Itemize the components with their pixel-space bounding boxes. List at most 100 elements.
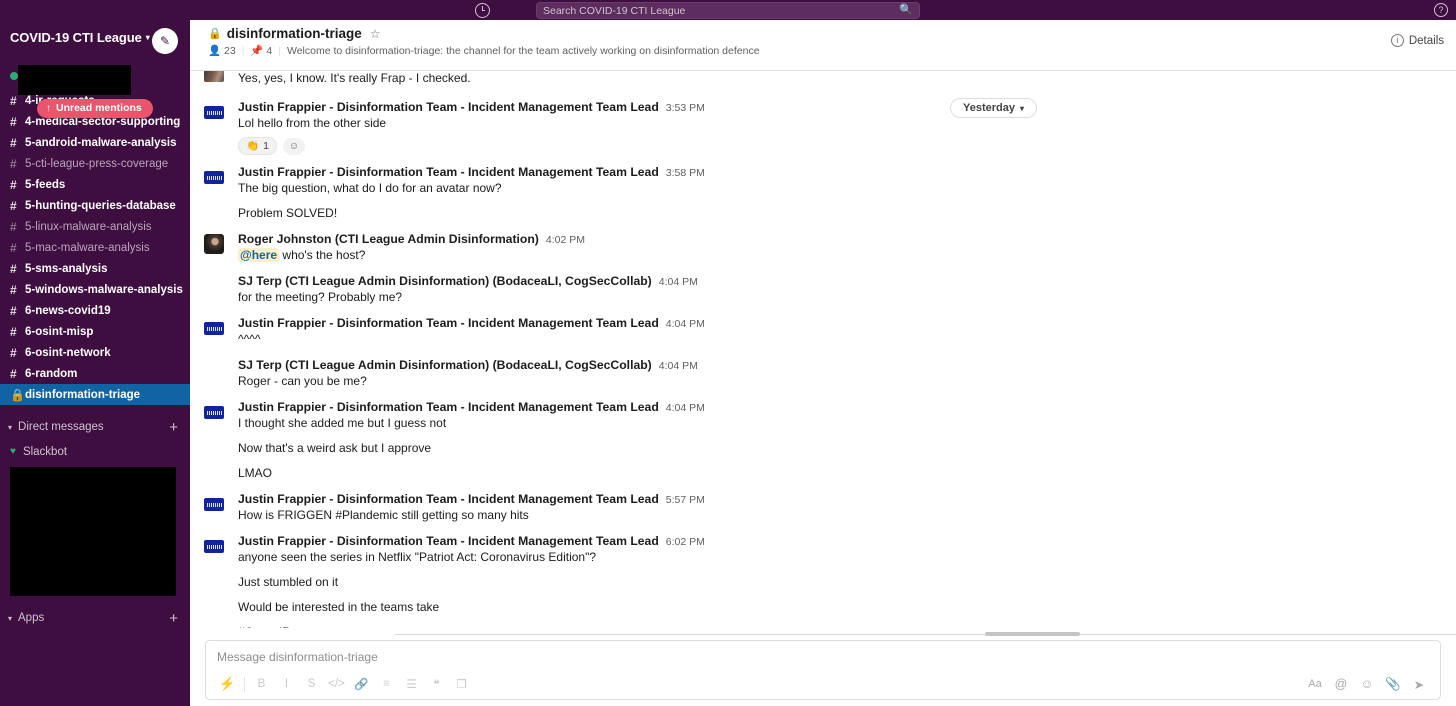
message-author[interactable]: Justin Frappier - Disinformation Team - … [238, 534, 659, 548]
send-icon[interactable]: ➤ [1407, 674, 1431, 694]
details-button[interactable]: i Details [1390, 34, 1444, 47]
message-header: Roger Johnston (CTI League Admin Disinfo… [238, 232, 1456, 246]
message[interactable]: Justin Frappier - Disinformation Team - … [190, 488, 1456, 524]
message-author[interactable]: Justin Frappier - Disinformation Team - … [238, 316, 659, 330]
avatar[interactable] [204, 536, 224, 556]
workspace-switcher[interactable]: COVID-19 CTI League ▾ [10, 30, 150, 45]
message-author[interactable]: Roger Johnston (CTI League Admin Disinfo… [238, 232, 539, 246]
message-timestamp[interactable]: 3:58 PM [666, 167, 705, 179]
message-author[interactable]: Justin Frappier - Disinformation Team - … [238, 165, 659, 179]
members-count-group[interactable]: 👤 23 [208, 44, 236, 57]
strikethrough-icon[interactable]: S [299, 674, 324, 694]
star-icon[interactable]: ☆ [370, 27, 381, 41]
mention-icon[interactable]: @ [1329, 674, 1353, 694]
sidebar-item-disinformation-triage[interactable]: 🔒 disinformation-triage [0, 384, 190, 405]
message[interactable]: Roger Johnston (CTI League Admin Disinfo… [190, 228, 1456, 264]
avatar[interactable] [204, 276, 224, 296]
avatar[interactable] [204, 494, 224, 514]
link-icon[interactable]: 🔗 [349, 674, 374, 694]
emoji-icon[interactable]: ☺ [1355, 674, 1379, 694]
lightning-icon[interactable]: ⚡ [215, 674, 240, 694]
search-icon: 🔍 [899, 4, 913, 16]
here-mention[interactable]: @here [238, 248, 280, 263]
avatar[interactable] [204, 234, 224, 255]
sidebar-item-6-news-covid19[interactable]: #6-news-covid19 [0, 300, 190, 321]
code-block-icon[interactable]: ❐ [449, 674, 474, 694]
search-input[interactable]: Search COVID-19 CTI League 🔍 [536, 2, 920, 19]
avatar[interactable] [204, 360, 224, 380]
avatar[interactable] [204, 102, 224, 122]
sidebar-item-5-hunting-queries-database[interactable]: #5-hunting-queries-database [0, 195, 190, 216]
apps-section-header[interactable]: ▾ Apps + [0, 604, 190, 632]
sidebar-item-5-sms-analysis[interactable]: #5-sms-analysis [0, 258, 190, 279]
message-timestamp[interactable]: 4:02 PM [546, 234, 585, 246]
message-timestamp[interactable]: 3:53 PM [666, 102, 705, 114]
sidebar-item-6-osint-misp[interactable]: #6-osint-misp [0, 321, 190, 342]
reaction-pill[interactable]: 👏 1 [238, 137, 277, 156]
message-timestamp[interactable]: 6:02 PM [666, 536, 705, 548]
avatar[interactable] [204, 402, 224, 422]
add-app-button[interactable]: + [169, 610, 178, 627]
history-clock-icon[interactable] [475, 2, 490, 18]
direct-messages-section-header[interactable]: ▾ Direct messages + [0, 413, 190, 441]
attachment-icon[interactable]: 📎 [1381, 674, 1405, 694]
sidebar-item-6-osint-network[interactable]: #6-osint-network [0, 342, 190, 363]
message-author[interactable]: Justin Frappier - Disinformation Team - … [238, 400, 659, 414]
message-input[interactable]: Message disinformation-triage [206, 641, 1440, 664]
dm-item-slackbot[interactable]: ♥ Slackbot [0, 441, 190, 462]
message[interactable]: Justin Frappier - Disinformation Team - … [190, 161, 1456, 222]
message-author[interactable]: Justin Frappier - Disinformation Team - … [238, 492, 659, 506]
scrollbar-thumb[interactable] [985, 632, 1080, 636]
avatar [204, 71, 224, 82]
message-author[interactable]: SJ Terp (CTI League Admin Disinformation… [238, 358, 652, 372]
add-reaction-icon[interactable]: ☺ [282, 137, 305, 155]
bulleted-list-icon[interactable]: ☰ [399, 674, 424, 694]
message-text: How is FRIGGEN #Plandemic still getting … [238, 508, 529, 523]
heart-icon: ♥ [10, 446, 16, 457]
blockquote-icon[interactable]: ❝ [424, 674, 449, 694]
font-format-icon[interactable]: Aa [1303, 674, 1327, 694]
sidebar-item-5-linux-malware-analysis[interactable]: #5-linux-malware-analysis [0, 216, 190, 237]
code-icon[interactable]: </> [324, 674, 349, 694]
sidebar-item-5-cti-league-press-coverage[interactable]: #5-cti-league-press-coverage [0, 153, 190, 174]
message-timestamp[interactable]: 4:04 PM [666, 402, 705, 414]
avatar[interactable] [204, 318, 224, 338]
sidebar-item-5-feeds[interactable]: #5-feeds [0, 174, 190, 195]
message[interactable]: SJ Terp (CTI League Admin Disinformation… [190, 270, 1456, 306]
sidebar-item-5-mac-malware-analysis[interactable]: #5-mac-malware-analysis [0, 237, 190, 258]
main-panel: 🔒 disinformation-triage ☆ 👤 23 | 📌 4 | W… [190, 20, 1456, 706]
ordered-list-icon[interactable]: ≡ [374, 674, 399, 694]
message-author[interactable]: SJ Terp (CTI League Admin Disinformation… [238, 274, 652, 288]
sidebar: COVID-19 CTI League ▾ ✎ ↑ Unread mention… [0, 20, 190, 706]
bold-icon[interactable]: B [249, 674, 274, 694]
message-timestamp[interactable]: 4:04 PM [666, 318, 705, 330]
message-timestamp[interactable]: 4:04 PM [659, 360, 698, 372]
compose-pencil-icon[interactable]: ✎ [152, 28, 178, 54]
message-author[interactable]: Justin Frappier - Disinformation Team - … [238, 100, 659, 114]
message-composer[interactable]: Message disinformation-triage ⚡ B I S </> 🔗 ≡ ☰… [205, 640, 1441, 700]
current-user-row[interactable] [0, 64, 190, 95]
date-divider-button[interactable]: Yesterday ▾ [950, 98, 1037, 118]
sidebar-item-5-android-malware-analysis[interactable]: #5-android-malware-analysis [0, 132, 190, 153]
avatar[interactable] [204, 167, 224, 187]
message-timestamp[interactable]: 4:04 PM [659, 276, 698, 288]
channel-topic[interactable]: Welcome to disinformation-triage: the ch… [287, 45, 760, 57]
pins-count-group[interactable]: 📌 4 [250, 44, 272, 57]
channel-title-row[interactable]: 🔒 disinformation-triage ☆ [208, 26, 1456, 41]
message[interactable]: Justin Frappier - Disinformation Team - … [190, 96, 1456, 156]
message-timestamp[interactable]: 5:57 PM [666, 494, 705, 506]
italic-icon[interactable]: I [274, 674, 299, 694]
message-list[interactable]: Yesterday ▾ Yes, yes, I know. It's reall… [190, 71, 1456, 628]
unread-mentions-button[interactable]: ↑ Unread mentions [37, 99, 153, 118]
horizontal-scrollbar[interactable] [395, 632, 1456, 636]
sidebar-item-6-random[interactable]: #6-random [0, 363, 190, 384]
message[interactable]: Justin Frappier - Disinformation Team - … [190, 312, 1456, 348]
message[interactable]: SJ Terp (CTI League Admin Disinformation… [190, 354, 1456, 390]
add-dm-button[interactable]: + [169, 419, 178, 436]
presence-online-icon [10, 72, 18, 80]
message[interactable]: Justin Frappier - Disinformation Team - … [190, 396, 1456, 482]
message[interactable]: Justin Frappier - Disinformation Team - … [190, 530, 1456, 628]
sidebar-item-5-windows-malware-analysis[interactable]: #5-windows-malware-analysis [0, 279, 190, 300]
message-text: The big question, what do I do for an av… [238, 181, 502, 196]
help-icon[interactable]: ? [1434, 3, 1448, 17]
